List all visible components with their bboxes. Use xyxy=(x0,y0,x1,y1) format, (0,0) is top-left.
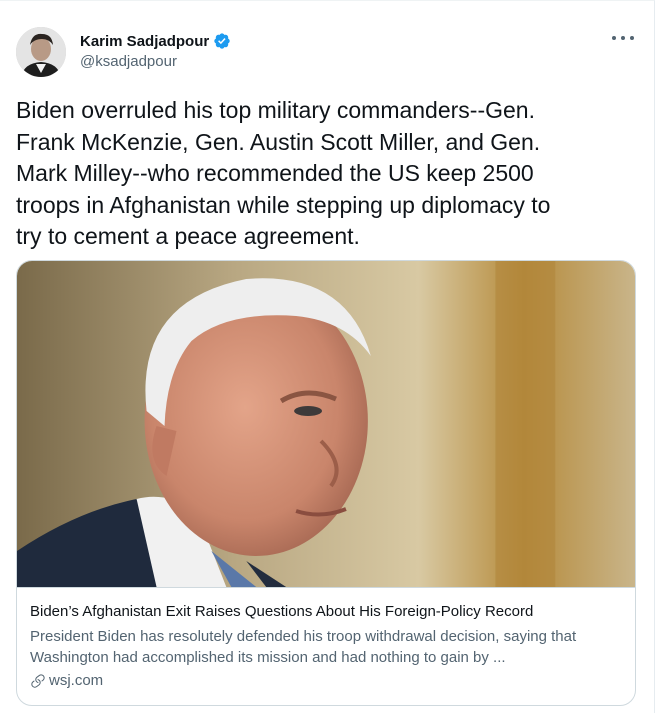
name-row: Karim Sadjadpour xyxy=(80,32,231,50)
card-domain-text: wsj.com xyxy=(49,672,104,689)
avatar[interactable] xyxy=(16,27,66,77)
dot xyxy=(630,36,634,40)
tweet: Karim Sadjadpour @ksadjadpour Biden over… xyxy=(0,0,655,713)
profile-photo-icon xyxy=(16,27,66,77)
author-handle[interactable]: @ksadjadpour xyxy=(80,53,231,70)
dot xyxy=(621,36,625,40)
card-meta: Biden’s Afghanistan Exit Raises Question… xyxy=(17,587,635,689)
tweet-text: Biden overruled his top military command… xyxy=(16,97,551,249)
tweet-header: Karim Sadjadpour @ksadjadpour xyxy=(16,27,231,77)
link-preview-card[interactable]: Biden’s Afghanistan Exit Raises Question… xyxy=(16,260,636,706)
verified-badge-icon xyxy=(214,33,230,49)
card-domain: wsj.com xyxy=(30,672,622,689)
portrait-photo-icon xyxy=(17,261,635,587)
card-title: Biden’s Afghanistan Exit Raises Question… xyxy=(30,603,534,620)
author-info: Karim Sadjadpour @ksadjadpour xyxy=(80,32,231,70)
link-icon xyxy=(31,673,45,688)
dot xyxy=(612,36,616,40)
card-description: President Biden has resolutely defended … xyxy=(30,628,577,666)
author-name[interactable]: Karim Sadjadpour xyxy=(80,33,209,50)
more-options-icon[interactable] xyxy=(612,29,634,47)
